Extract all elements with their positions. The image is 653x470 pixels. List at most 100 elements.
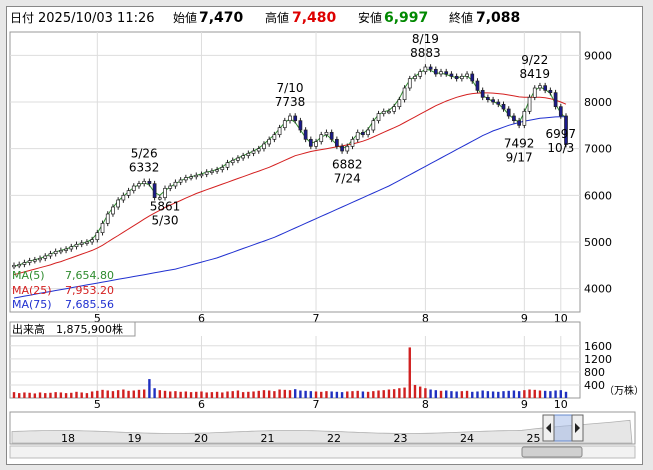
navigator-right-handle[interactable]: [571, 414, 584, 442]
volume-bar: [174, 391, 177, 398]
volume-bar: [309, 391, 313, 398]
volume-bar: [481, 390, 484, 398]
volume-bar: [257, 390, 260, 398]
volume-bar: [356, 390, 359, 398]
date-label: 日付: [10, 11, 34, 25]
month-labels-volume: 5 6 7 8 9 10: [94, 398, 568, 411]
open-value: 7,470: [199, 10, 244, 26]
ma25-value: 7,953.20: [65, 284, 114, 297]
volume-bar: [106, 390, 109, 398]
price-tick-label: 9000: [584, 49, 612, 62]
ma25-label: MA(25): [12, 284, 52, 297]
volume-bar: [377, 390, 380, 398]
volume-bar: [12, 392, 16, 398]
volume-tick-label: 1200: [584, 353, 612, 366]
volume-bar: [450, 391, 453, 398]
volume-bar: [70, 392, 73, 398]
volume-bar: [304, 390, 307, 398]
navigator-year-label: 22: [327, 432, 341, 445]
volume-bar: [471, 391, 474, 398]
volume-bar: [221, 392, 224, 398]
volume-bar: [538, 390, 542, 398]
candle: [152, 180, 157, 201]
volume-bar: [387, 389, 391, 398]
annotation-date: 10/3: [547, 141, 574, 155]
volume-bar: [75, 391, 78, 398]
navigator-left-handle[interactable]: [542, 414, 555, 442]
volume-bar: [325, 391, 328, 398]
open-label: 始値: [173, 10, 197, 25]
volume-bar: [49, 392, 52, 398]
volume-tick-label: 400: [584, 379, 605, 392]
volume-bar: [116, 390, 120, 398]
volume-bar: [517, 391, 521, 398]
volume-bar: [294, 389, 297, 398]
volume-bar: [153, 388, 156, 398]
volume-bar: [241, 392, 245, 398]
horizontal-scrollbar[interactable]: [9, 445, 636, 459]
volume-bar: [283, 389, 286, 398]
volume-bar: [372, 391, 375, 398]
volume-bar: [465, 390, 469, 398]
annotation-value: 7492: [504, 136, 535, 150]
month-label: 5: [94, 398, 101, 411]
annotation-date: 8/19: [412, 32, 439, 46]
volume-bar: [351, 391, 354, 398]
volume-bar: [528, 389, 531, 398]
ma5-value: 7,654.80: [65, 269, 114, 282]
volume-bar: [18, 393, 21, 398]
close-value: 7,088: [476, 10, 520, 26]
volume-bar: [189, 392, 193, 398]
high-label: 高値: [265, 10, 289, 25]
volume-bar: [236, 390, 240, 398]
volume-bar: [111, 391, 115, 398]
volume-bar: [205, 392, 208, 398]
chart-svg: 日付 2025/10/03 11:26 始値 7,470 高値 7,480 安値…: [9, 10, 644, 459]
volume-bar: [460, 391, 464, 398]
volume-bar: [346, 391, 349, 398]
volume-bar: [158, 390, 162, 398]
price-tick-label: 5000: [584, 236, 612, 249]
annotation-value: 6882: [332, 157, 363, 171]
volume-bar: [132, 390, 135, 398]
ma75-value: 7,685.56: [65, 298, 114, 311]
price-tick-label: 7000: [584, 143, 612, 156]
candle: [527, 94, 532, 115]
volume-bar: [486, 391, 490, 398]
volume-bar: [340, 392, 344, 398]
navigator-year-label: 20: [194, 432, 208, 445]
volume-bar: [96, 390, 99, 398]
volume-bar: [210, 392, 214, 398]
month-label: 7: [313, 398, 320, 411]
annotation-date: 5/30: [152, 213, 179, 227]
volume-bar: [335, 391, 339, 398]
volume-bar: [80, 392, 83, 398]
volume-bar: [44, 393, 47, 398]
annotation-date: 9/22: [521, 53, 548, 67]
volume-bar: [122, 389, 125, 398]
annotation-date: 7/24: [334, 171, 361, 185]
volume-bar: [23, 392, 26, 398]
volume-bar: [247, 391, 250, 398]
navigator-year-label: 19: [128, 432, 142, 445]
price-y-axis: 4000 5000 6000 7000 8000 9000: [584, 49, 612, 295]
volume-bar: [413, 384, 417, 398]
low-value: 6,997: [384, 10, 428, 26]
volume-bar: [502, 391, 505, 398]
volume-tick-label: 800: [584, 366, 605, 379]
volume-bar: [424, 388, 427, 398]
volume-bar: [554, 390, 557, 398]
scrollbar-thumb[interactable]: [521, 446, 583, 458]
month-label: 8: [422, 398, 429, 411]
low-label: 安値: [358, 10, 382, 25]
month-label: 9: [521, 398, 528, 411]
volume-bar: [28, 392, 31, 398]
volume-bar: [179, 391, 182, 398]
navigator-year-label: 21: [261, 432, 275, 445]
volume-bar: [288, 390, 292, 398]
price-tick-label: 8000: [584, 96, 612, 109]
volume-bar: [549, 391, 552, 398]
candle: [522, 108, 527, 129]
ma75-label: MA(75): [12, 298, 52, 311]
volume-bar: [278, 389, 281, 398]
